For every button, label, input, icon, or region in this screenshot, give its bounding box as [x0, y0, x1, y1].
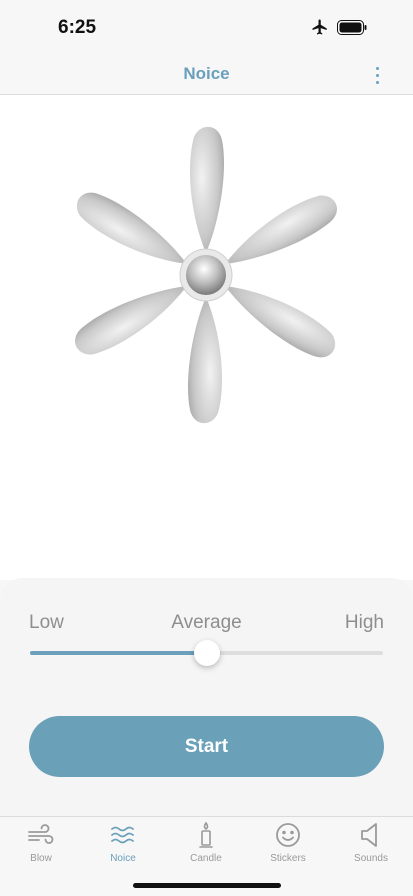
- tab-candle[interactable]: Candle: [165, 821, 247, 869]
- fan-blade: [225, 286, 336, 358]
- page-title: Noice: [183, 64, 230, 83]
- candle-icon: [191, 821, 221, 849]
- nav-bar: Noice: [0, 54, 413, 95]
- status-bar: 6:25: [0, 0, 413, 54]
- main-content: [0, 95, 413, 580]
- battery-icon: [337, 19, 367, 35]
- fan-hub: [186, 255, 226, 295]
- speaker-icon: [356, 821, 386, 849]
- fan-blade: [225, 195, 337, 264]
- more-vertical-icon[interactable]: [367, 62, 387, 88]
- smiley-icon: [273, 821, 303, 849]
- waves-icon: [108, 821, 138, 849]
- speed-high-label: High: [344, 612, 384, 633]
- tab-label: Noice: [110, 853, 136, 864]
- airplane-mode-icon: [312, 19, 327, 35]
- speed-slider-thumb[interactable]: [193, 640, 220, 666]
- speed-slider[interactable]: [30, 640, 383, 666]
- tab-sounds[interactable]: Sounds: [330, 821, 412, 869]
- fan-illustration: [75, 126, 337, 424]
- tab-label: Sounds: [354, 853, 388, 864]
- tab-label: Blow: [30, 853, 52, 864]
- status-icons: [311, 18, 367, 36]
- tab-stickers[interactable]: Stickers: [247, 821, 329, 869]
- fan-blade: [187, 297, 222, 424]
- tab-label: Candle: [190, 853, 222, 864]
- tab-noice[interactable]: Noice: [82, 821, 164, 869]
- tab-label: Stickers: [270, 853, 306, 864]
- fan-blade: [76, 192, 187, 264]
- tab-blow[interactable]: Blow: [0, 821, 82, 869]
- speed-slider-fill: [30, 651, 207, 655]
- fan-blade: [190, 126, 225, 253]
- home-indicator: [133, 883, 281, 888]
- start-button[interactable]: Start: [29, 716, 384, 777]
- control-panel: Low Average High Start: [0, 578, 413, 816]
- fan-blade: [75, 286, 187, 355]
- wind-icon: [26, 821, 56, 849]
- status-time: 6:25: [58, 17, 97, 38]
